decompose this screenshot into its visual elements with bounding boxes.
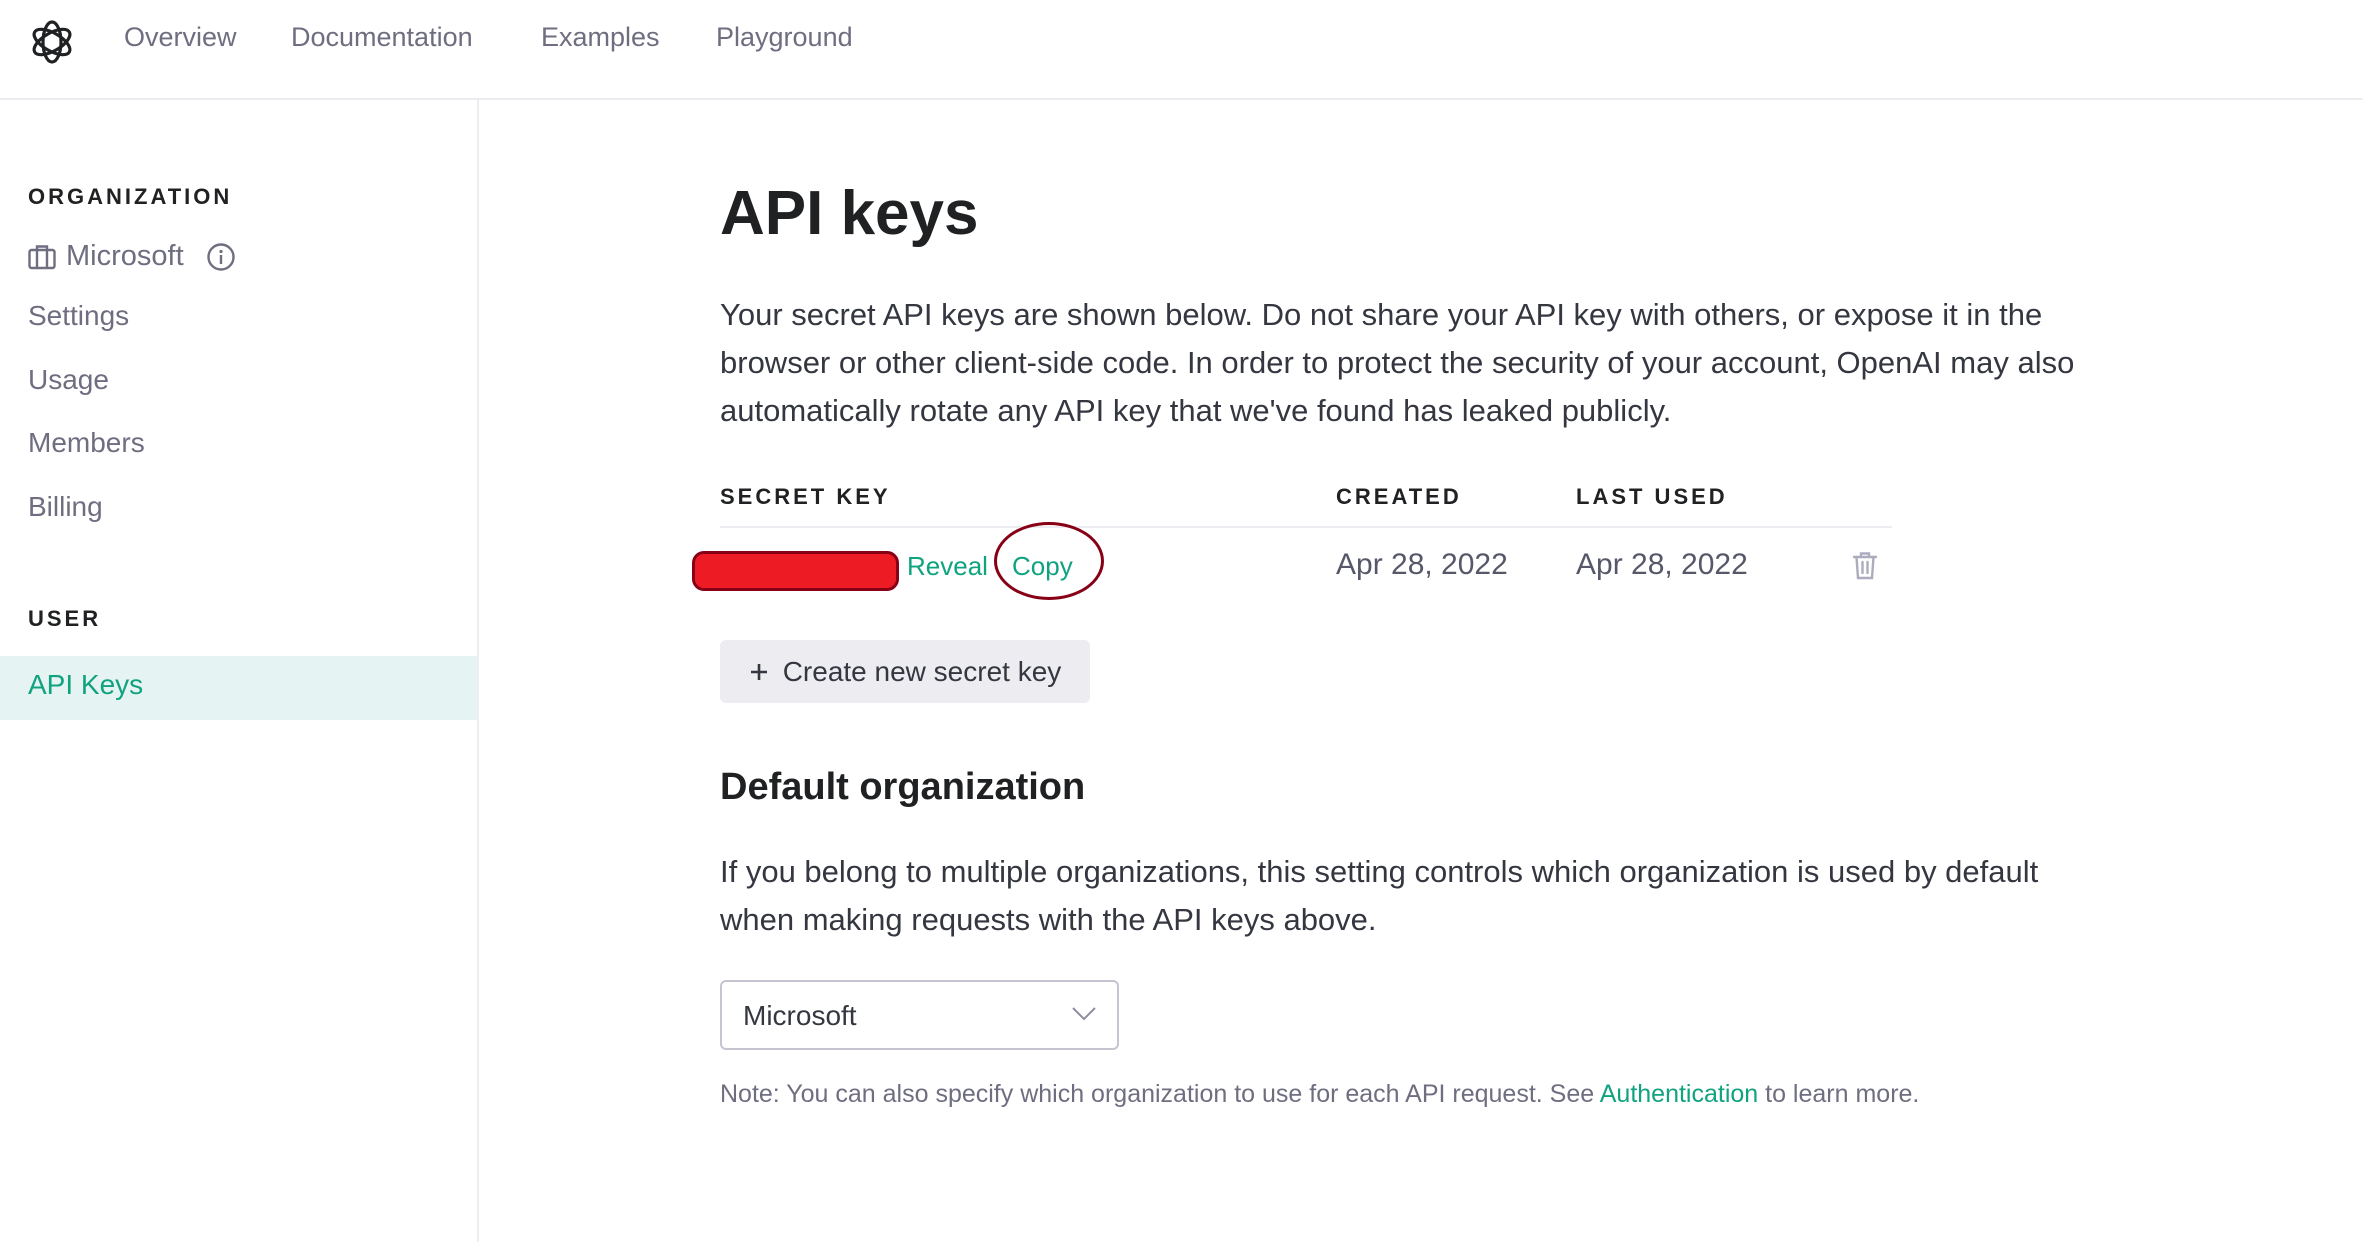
default-org-description-line: If you belong to multiple organizations,… [720, 854, 2039, 889]
sidebar-heading-organization: ORGANIZATION [28, 184, 233, 209]
last-used-date: Apr 28, 2022 [1576, 548, 1748, 581]
default-organization-heading: Default organization [720, 766, 1086, 808]
select-value: Microsoft [743, 1000, 857, 1031]
description-line: browser or other client-side code. In or… [720, 345, 2075, 380]
top-nav: Overview Documentation Examples Playgrou… [0, 0, 2363, 100]
column-header-created: CREATED [1336, 484, 1462, 509]
nav-playground[interactable]: Playground [716, 22, 853, 53]
note-suffix: to learn more. [1758, 1080, 1920, 1108]
sidebar-item-settings[interactable]: Settings [28, 300, 129, 332]
trash-icon[interactable] [1852, 551, 1878, 581]
sidebar-item-usage[interactable]: Usage [28, 364, 109, 396]
org-switcher[interactable]: Microsoft [28, 240, 236, 273]
sidebar-item-api-keys[interactable]: API Keys [0, 656, 477, 720]
page-title: API keys [720, 179, 979, 248]
org-name: Microsoft [66, 240, 184, 272]
nav-documentation[interactable]: Documentation [291, 22, 473, 53]
auth-note: Note: You can also specify which organiz… [720, 1080, 1919, 1109]
sidebar-heading-user: USER [28, 606, 102, 631]
column-header-last-used: LAST USED [1576, 484, 1728, 509]
secret-key-redaction [692, 551, 899, 591]
create-new-secret-key-button[interactable]: Create new secret key [720, 640, 1090, 703]
column-header-secret-key: SECRET KEY [720, 484, 891, 509]
briefcase-icon [28, 244, 56, 269]
sidebar-item-members[interactable]: Members [28, 427, 145, 459]
nav-overview[interactable]: Overview [124, 22, 237, 53]
created-date: Apr 28, 2022 [1336, 548, 1508, 581]
reveal-key-link[interactable]: Reveal [907, 551, 988, 582]
info-icon[interactable] [206, 242, 236, 272]
sidebar-item-billing[interactable]: Billing [28, 491, 103, 523]
description-line: Your secret API keys are shown below. Do… [720, 297, 2043, 332]
create-button-label: Create new secret key [782, 655, 1062, 687]
sidebar-item-label: API Keys [28, 669, 144, 700]
plus-icon [750, 663, 767, 680]
authentication-link[interactable]: Authentication [1600, 1080, 1758, 1108]
table-header-divider [720, 526, 1892, 528]
chevron-down-icon [1072, 1007, 1096, 1021]
nav-examples[interactable]: Examples [541, 22, 660, 53]
description-line: automatically rotate any API key that we… [720, 393, 1672, 428]
note-prefix: Note: You can also specify which organiz… [720, 1080, 1600, 1108]
copy-highlight-annotation [994, 522, 1104, 600]
default-organization-select[interactable]: Microsoft [720, 980, 1119, 1050]
openai-logo-icon[interactable] [26, 16, 78, 68]
default-org-description-line: when making requests with the API keys a… [720, 902, 1377, 937]
